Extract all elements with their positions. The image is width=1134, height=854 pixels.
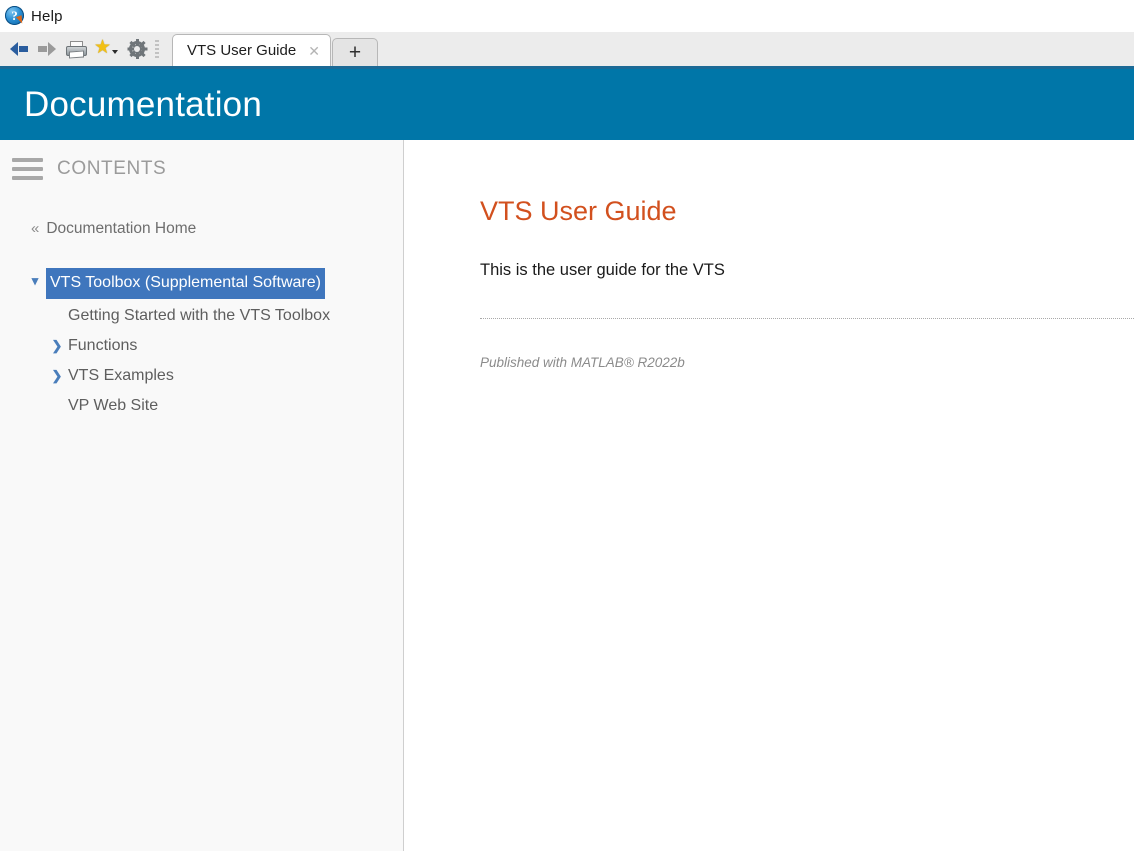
forward-button[interactable] [33, 35, 61, 63]
sidebar-item-vts-toolbox[interactable]: ▾ VTS Toolbox (Supplemental Software) [0, 266, 403, 301]
contents-toggle[interactable]: CONTENTS [0, 140, 403, 180]
sidebar-item-getting-started[interactable]: ▸ Getting Started with the VTS Toolbox [0, 301, 403, 331]
double-chevron-left-icon: « [31, 220, 40, 237]
back-button[interactable] [5, 35, 33, 63]
forward-arrow-icon [38, 42, 56, 56]
body-split: CONTENTS « Documentation Home ▾ VTS Tool… [0, 140, 1134, 851]
window-title: Help [31, 7, 63, 25]
caret-down-icon [112, 49, 118, 54]
toolbar-grip-icon[interactable] [152, 38, 161, 60]
content-pane: VTS User Guide This is the user guide fo… [404, 140, 1134, 851]
chevron-down-icon[interactable]: ▾ [24, 268, 46, 294]
window-title-bar: ? Help [0, 0, 1134, 32]
help-question-icon: ? [5, 6, 25, 26]
hamburger-menu-icon [12, 158, 43, 180]
chevron-right-icon[interactable]: ❯ [46, 333, 68, 359]
gear-icon [127, 39, 147, 59]
toolbar-buttons: ★ [0, 32, 166, 66]
sidebar-item-label: VP Web Site [68, 397, 159, 414]
back-arrow-icon [10, 42, 28, 56]
sidebar-item-label: Getting Started with the VTS Toolbox [68, 307, 331, 324]
star-icon: ★ [94, 37, 112, 58]
settings-button[interactable] [123, 35, 151, 63]
content-paragraph: This is the user guide for the VTS [480, 261, 725, 279]
chevron-right-icon[interactable]: ❯ [46, 363, 68, 389]
contents-label: CONTENTS [57, 158, 167, 179]
contents-tree: ▾ VTS Toolbox (Supplemental Software) ▸ … [0, 266, 403, 421]
printer-icon [65, 41, 87, 59]
favorites-button[interactable]: ★ [89, 35, 123, 63]
tree-spacer: ▸ [46, 393, 68, 419]
sidebar-item-vp-web-site[interactable]: ▸ VP Web Site [0, 391, 403, 421]
tab-label: VTS User Guide [187, 42, 297, 59]
published-with-note: Published with MATLAB® R2022b [480, 355, 685, 370]
print-button[interactable] [61, 35, 89, 63]
toolbar-and-tab-strip: ★ VTS User Guide ✕ + [0, 32, 1134, 69]
tab-bar: VTS User Guide ✕ + [172, 32, 378, 66]
close-icon[interactable]: ✕ [308, 44, 320, 58]
tab-vts-user-guide[interactable]: VTS User Guide ✕ [172, 34, 331, 66]
content-title: VTS User Guide [480, 196, 677, 226]
sidebar-item-label: Documentation Home [46, 220, 197, 237]
new-tab-button[interactable]: + [331, 38, 378, 66]
content-divider [480, 318, 1134, 319]
documentation-header: Documentation [0, 69, 1134, 140]
sidebar-item-vts-examples[interactable]: ❯ VTS Examples [0, 361, 403, 391]
page-title: Documentation [24, 84, 263, 124]
tree-spacer: ▸ [46, 303, 68, 329]
sidebar-item-label: VTS Examples [68, 367, 174, 384]
sidebar-item-label: Functions [68, 337, 138, 354]
sidebar-item-documentation-home[interactable]: « Documentation Home [0, 180, 403, 238]
sidebar: CONTENTS « Documentation Home ▾ VTS Tool… [0, 140, 404, 851]
sidebar-item-label: VTS Toolbox (Supplemental Software) [46, 268, 325, 299]
sidebar-item-functions[interactable]: ❯ Functions [0, 331, 403, 361]
